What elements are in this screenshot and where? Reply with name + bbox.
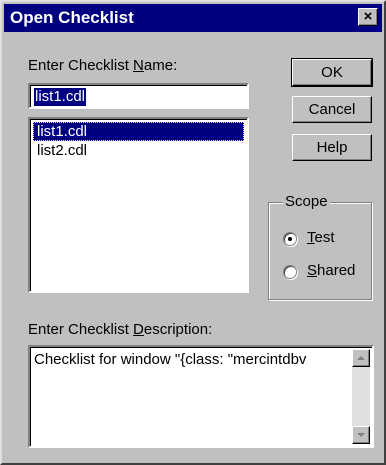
radio-checked-dot — [288, 237, 292, 241]
test-radio-label[interactable]: Test — [307, 229, 335, 246]
name-label-accel: N — [133, 57, 144, 74]
test-radio[interactable] — [283, 232, 297, 246]
help-button[interactable]: Help — [292, 134, 372, 161]
arrow-up-icon — [357, 356, 365, 360]
scroll-down-button[interactable] — [352, 426, 370, 444]
window-title: Open Checklist — [10, 8, 134, 27]
name-label-pre: Enter Checklist — [28, 57, 134, 74]
scope-group: Scope Test Shared — [268, 193, 372, 300]
shared-accel: S — [307, 262, 318, 279]
desc-label-post: escription: — [143, 321, 213, 338]
close-icon: × — [363, 8, 373, 25]
checklist-description-label: Enter Checklist Description: — [28, 321, 212, 338]
desc-label-accel: D — [133, 321, 144, 338]
scroll-up-button[interactable] — [352, 349, 370, 367]
checklist-description-textarea[interactable]: Checklist for window "{class: "mercintdb… — [28, 345, 374, 448]
ok-button[interactable]: OK — [291, 58, 373, 87]
checklist-name-input[interactable]: list1.cdl — [28, 83, 249, 109]
title-bar[interactable]: Open Checklist × — [4, 4, 382, 32]
test-accel: T — [307, 229, 315, 246]
checklist-listbox[interactable]: list1.cdl list2.cdl — [28, 117, 249, 293]
checklist-name-label: Enter Checklist Name: — [28, 57, 177, 74]
close-button[interactable]: × — [358, 8, 378, 26]
open-checklist-dialog: Open Checklist × Enter Checklist Name: l… — [0, 0, 386, 465]
arrow-down-icon — [357, 433, 365, 437]
description-text: Checklist for window "{class: "mercintdb… — [34, 351, 307, 368]
scope-legend: Scope — [283, 193, 330, 210]
shared-radio[interactable] — [283, 265, 297, 279]
name-label-post: ame: — [143, 57, 178, 74]
shared-rest: hared — [317, 262, 356, 279]
desc-label-pre: Enter Checklist — [28, 321, 134, 338]
cancel-button[interactable]: Cancel — [292, 96, 372, 123]
checklist-name-value: list1.cdl — [34, 88, 87, 106]
list-item[interactable]: list1.cdl — [33, 122, 244, 141]
test-rest: est — [314, 229, 335, 246]
list-item[interactable]: list2.cdl — [33, 141, 244, 160]
shared-radio-label[interactable]: Shared — [307, 262, 355, 279]
description-scrollbar[interactable] — [352, 349, 370, 444]
